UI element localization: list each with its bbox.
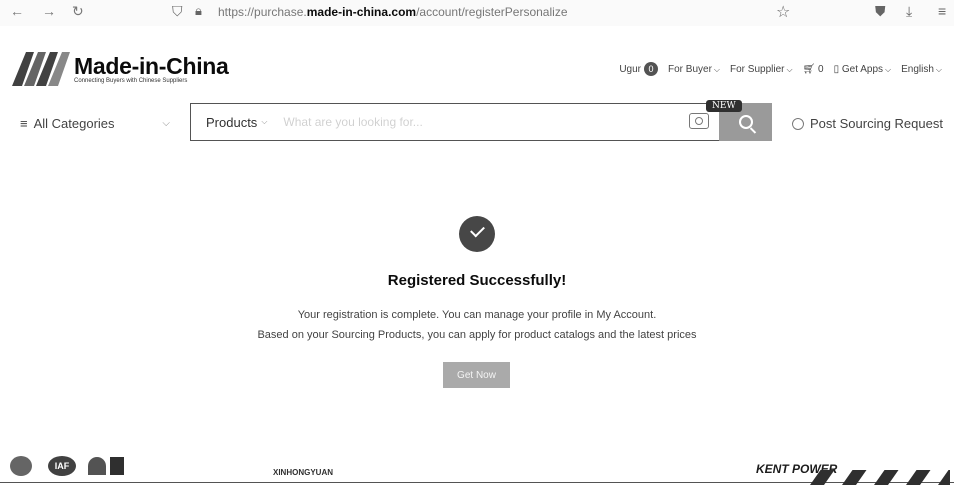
logo-name: Made-in-China [74,53,229,79]
decorative-stripes [800,470,950,485]
post-sourcing-label: Post Sourcing Request [810,116,943,131]
chevron-down-icon: ⌵ [713,64,720,74]
stripe [863,470,899,485]
new-badge: NEW [706,100,742,112]
get-now-button[interactable]: Get Now [443,362,510,388]
certification-seal-icon [110,457,124,475]
arrow-left-icon[interactable]: ← [10,3,24,19]
url-host: made-in-china.com [306,5,417,19]
stripe [831,470,867,485]
url-prefix: https://purchase. [218,5,307,19]
camera-icon[interactable] [689,113,709,129]
for-buyer-label: For Buyer [668,63,712,75]
certification-seal-icon [10,456,32,476]
cart-icon: 🛒︎ [802,63,816,75]
chevron-down-icon: ⌵ [786,64,793,74]
cart-link[interactable]: 🛒︎ 0 [803,64,824,75]
search-bar: Products ⌵ [190,103,772,141]
download-icon[interactable]: ⤓ [906,3,912,20]
chevron-down-icon: ⌵ [162,118,170,129]
pocket-icon[interactable]: ⛊ [875,3,886,20]
check-circle-icon [459,216,495,252]
star-icon[interactable]: ☆ [776,2,790,22]
certification-seal-icon [88,457,106,475]
user-menu[interactable]: Ugur 0 [619,62,659,76]
stripe [927,470,950,485]
success-message-line2: Based on your Sourcing Products, you can… [257,329,697,341]
arrow-right-icon[interactable]: → [42,3,56,19]
language-menu[interactable]: English ⌵ [901,64,942,75]
all-categories-label: All Categories [33,116,115,131]
iaf-logo: IAF [48,456,76,476]
for-buyer-menu[interactable]: For Buyer ⌵ [668,64,720,75]
chevron-down-icon: ⌵ [885,64,892,74]
chevron-down-icon: ⌵ [935,64,942,74]
hamburger-icon: ≡ [20,116,28,131]
site-logo[interactable]: Made-in-China Connecting Buyers with Chi… [12,46,229,86]
for-supplier-menu[interactable]: For Supplier ⌵ [730,64,793,75]
chevron-down-icon: ⌵ [261,117,268,126]
get-apps-label: Get Apps [841,63,884,75]
top-nav: Ugur 0 For Buyer ⌵ For Supplier ⌵ 🛒︎ 0 ▯ Ge… [619,62,942,76]
browser-toolbar: ← → ↻ ⛉ 🔒︎ https://purchase.made-in-chin… [0,0,954,26]
user-badge: 0 [644,62,659,76]
url-path: /account/registerPersonalize [416,5,568,19]
hamburger-icon[interactable]: ≡ [938,3,946,19]
search-type-select[interactable]: Products ⌵ [206,115,267,130]
lock-icon[interactable]: 🔒︎ [195,3,202,19]
phone-icon: ▯ [833,63,840,75]
post-sourcing-request-link[interactable]: Post Sourcing Request [792,116,943,131]
user-name: Ugur [619,64,642,75]
search-type-label: Products [206,114,258,130]
for-supplier-label: For Supplier [730,63,785,75]
stripe [895,470,931,485]
url-bar[interactable]: https://purchase.made-in-china.com/accou… [218,5,568,19]
stripe [800,470,835,485]
reload-icon[interactable]: ↻ [72,3,84,20]
search-icon [738,115,753,129]
search-input[interactable] [283,115,674,129]
all-categories-menu[interactable]: ≡ All Categories ⌵ [20,116,170,131]
sourcing-icon [792,117,804,130]
cart-count: 0 [818,63,824,75]
get-apps-menu[interactable]: ▯ Get Apps ⌵ [834,64,892,75]
language-label: English [901,63,934,75]
shield-icon[interactable]: ⛉ [172,3,183,20]
success-message-line1: Your registration is complete. You can m… [297,309,657,321]
page-title: Registered Successfully! [387,272,567,289]
xinhongyuan-logo: XINHONGYUAN [273,468,334,477]
logo-mark-icon [12,52,70,86]
